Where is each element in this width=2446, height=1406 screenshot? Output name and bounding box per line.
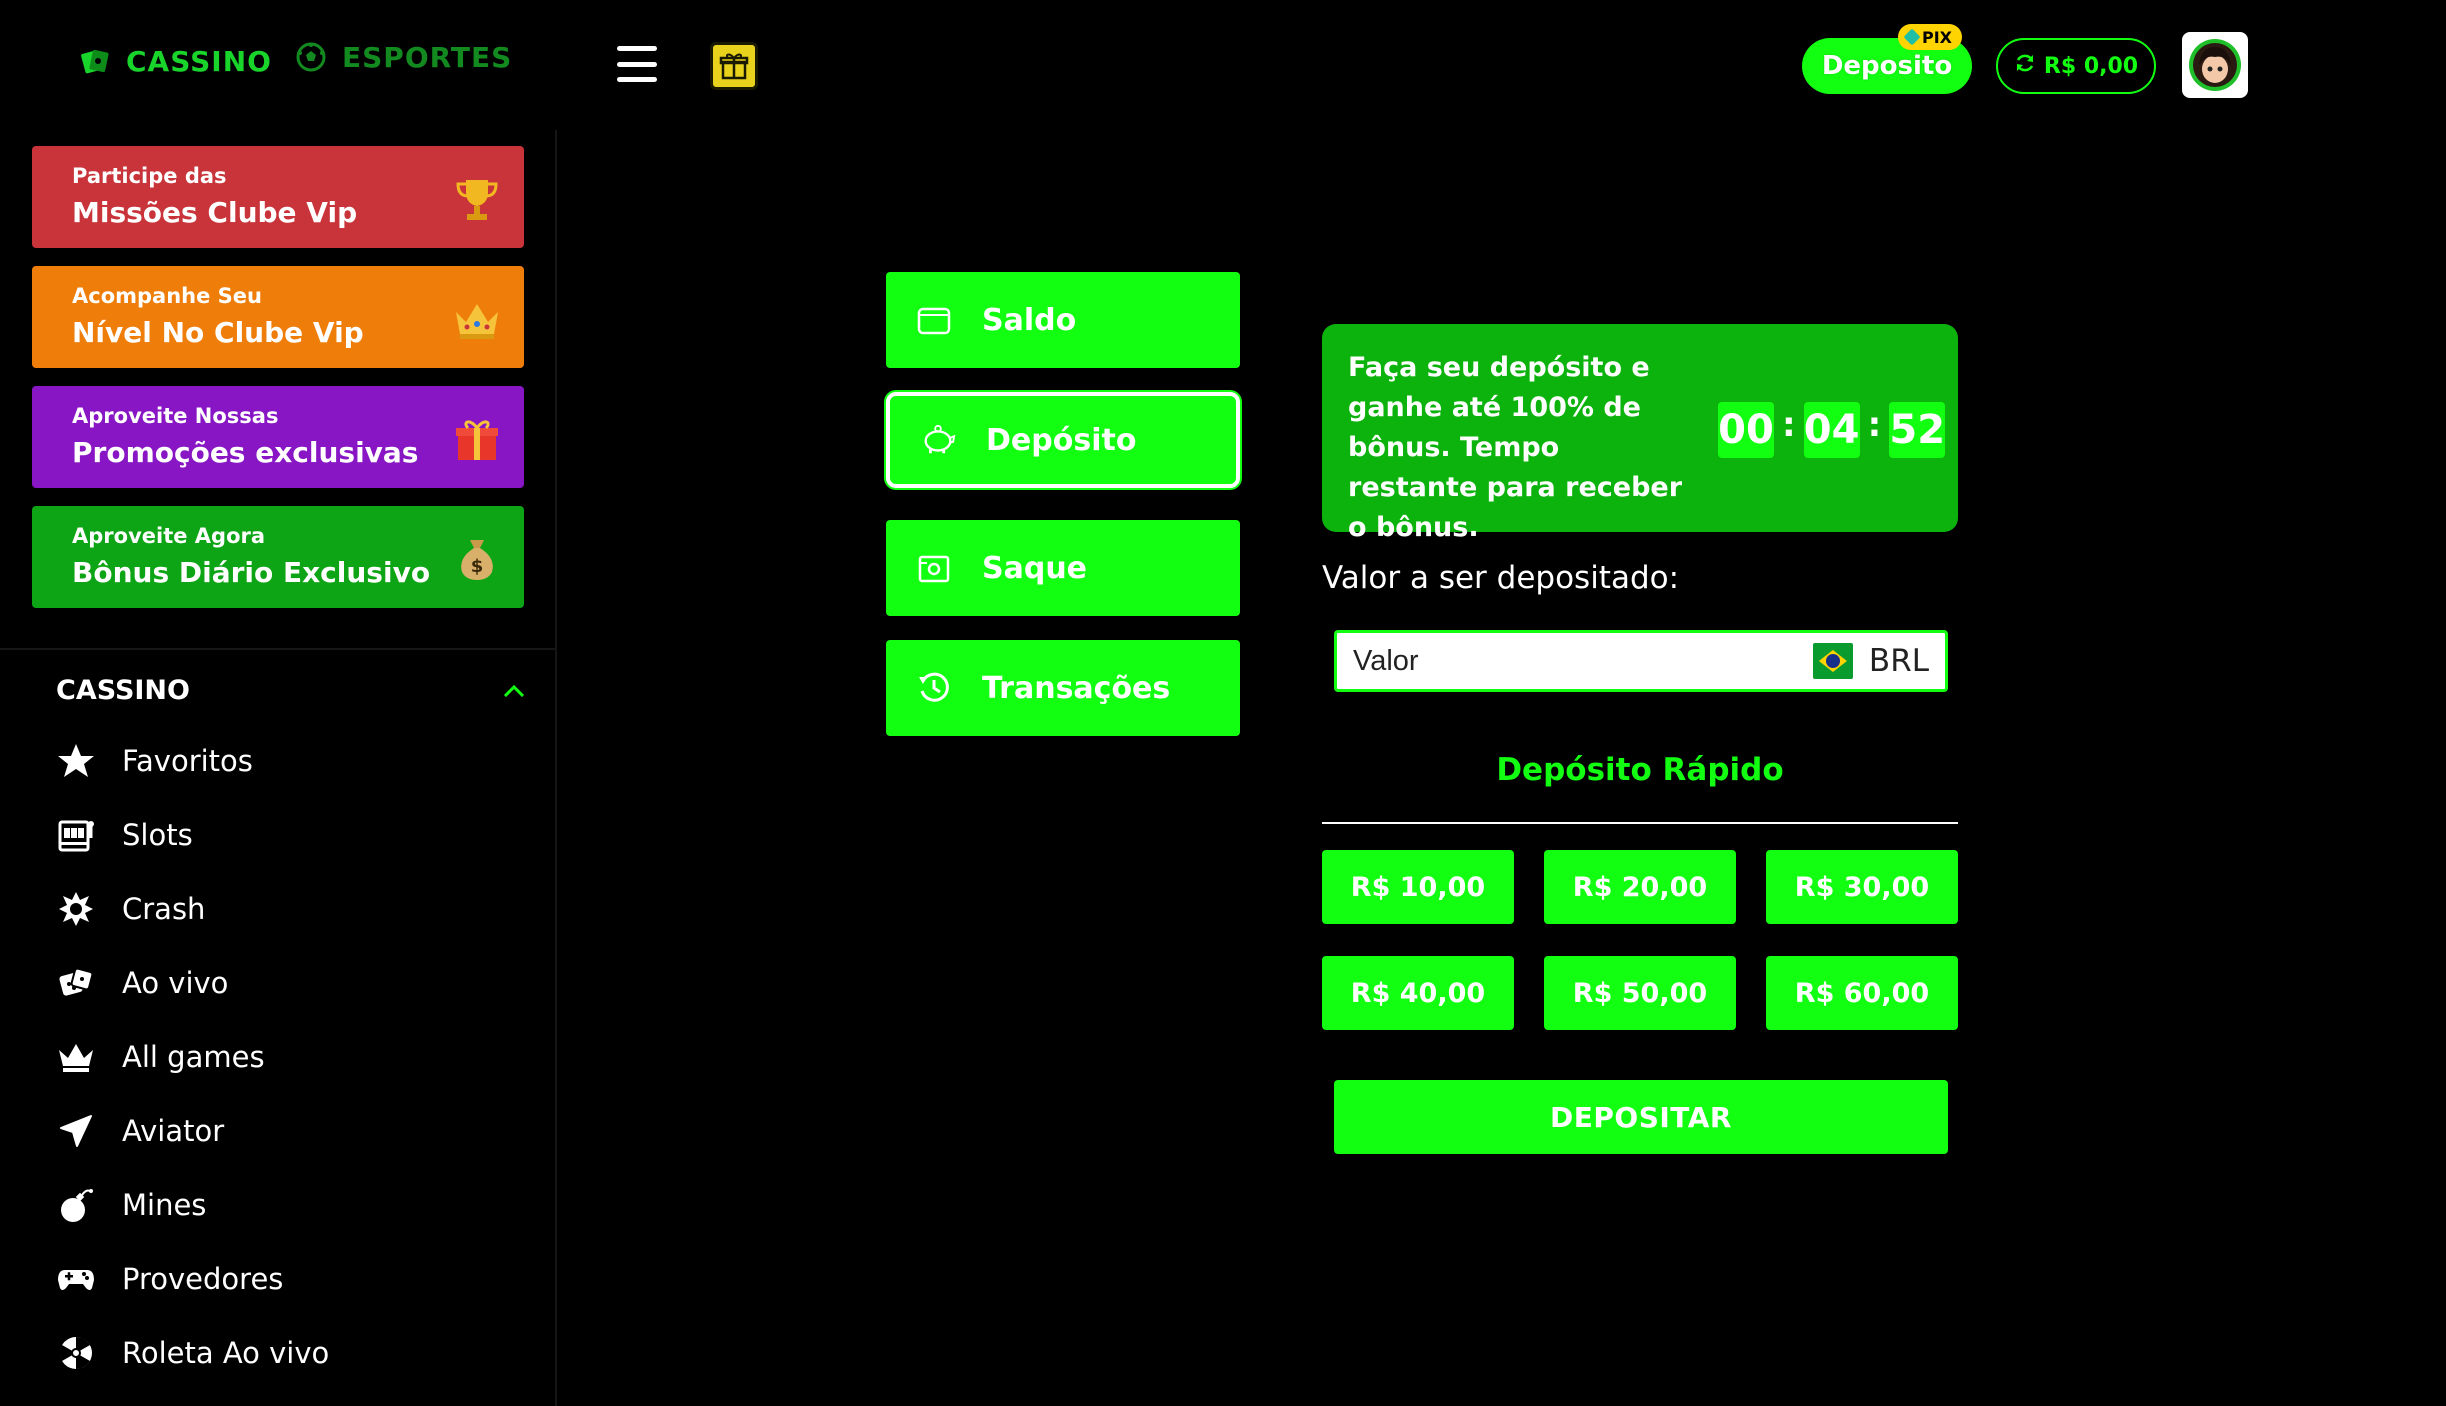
sidebar-item-label: Crash	[122, 892, 206, 926]
sidebar-item-label: Ao vivo	[122, 966, 229, 1000]
wallet-tab-deposito[interactable]: Depósito	[886, 392, 1240, 488]
quick-amount-button[interactable]: R$ 30,00	[1766, 850, 1958, 924]
quick-amount-button[interactable]: R$ 50,00	[1544, 956, 1736, 1030]
currency-code: BRL	[1868, 643, 1929, 679]
dice-icon	[56, 963, 96, 1003]
currency-display: BRL	[1812, 643, 1929, 679]
bonus-timer-card: Faça seu depósito e ganhe até 100% de bô…	[1322, 324, 1958, 543]
amount-field-wrapper: BRL	[1334, 630, 1948, 692]
cash-icon	[916, 550, 952, 586]
quick-amount-button[interactable]: R$ 60,00	[1766, 956, 1958, 1030]
wallet-tab-label: Transações	[982, 670, 1171, 706]
gift-box-icon	[450, 412, 504, 466]
timer-seconds: 52	[1889, 402, 1946, 458]
wallet-tab-transacoes[interactable]: Transações	[886, 640, 1240, 736]
quick-amount-button[interactable]: R$ 10,00	[1322, 850, 1514, 924]
crown-icon	[56, 1037, 96, 1077]
soccer-ball-icon	[294, 40, 328, 74]
pix-badge-label: PIX	[1922, 27, 1953, 47]
top-header: CASSINO ESPORTES Deposito PIX R$ 0,00	[0, 0, 2446, 130]
sidebar-item-all-games[interactable]: All games	[56, 1032, 265, 1082]
cassino-section-toggle[interactable]: CASSINO	[56, 670, 526, 710]
sidebar-divider	[0, 648, 557, 650]
quick-amount-button[interactable]: R$ 40,00	[1322, 956, 1514, 1030]
sidebar-item-favoritos[interactable]: Favoritos	[56, 736, 253, 786]
sidebar-item-provedores[interactable]: Provedores	[56, 1254, 283, 1304]
balance-refresh-button[interactable]: R$ 0,00	[1996, 38, 2156, 94]
bonus-message: Faça seu depósito e ganhe até 100% de bô…	[1348, 352, 1683, 543]
promo-exclusive-banner[interactable]: Aproveite Nossas Promoções exclusivas	[32, 386, 524, 488]
gift-icon[interactable]	[710, 42, 758, 90]
sidebar-item-label: All games	[122, 1040, 265, 1074]
timer-separator: :	[1867, 405, 1882, 445]
wallet-icon	[916, 302, 952, 338]
esportes-tab[interactable]: ESPORTES	[294, 40, 512, 74]
timer-minutes: 04	[1803, 402, 1860, 458]
cassino-tab[interactable]: CASSINO	[78, 44, 272, 78]
sidebar: Participe das Missões Clube Vip Acompanh…	[0, 130, 557, 1406]
svg-text:$: $	[471, 556, 484, 577]
crown-icon	[450, 292, 504, 346]
sidebar-item-label: Slots	[122, 818, 193, 852]
bonus-countdown: 00 : 04 : 52	[1718, 402, 1946, 458]
refresh-icon	[2014, 52, 2036, 80]
sidebar-item-roleta[interactable]: Roleta Ao vivo	[56, 1328, 329, 1378]
amount-label: Valor a ser depositado:	[1322, 560, 1680, 596]
cards-icon	[78, 44, 112, 78]
timer-hours: 00	[1718, 402, 1774, 458]
sidebar-item-label: Favoritos	[122, 744, 253, 778]
pix-icon	[1903, 28, 1921, 46]
piggy-bank-icon	[920, 422, 956, 458]
wallet-tab-label: Depósito	[986, 422, 1137, 458]
wallet-tab-saque[interactable]: Saque	[886, 520, 1240, 616]
sidebar-item-aviator[interactable]: Aviator	[56, 1106, 224, 1156]
quick-deposit-title: Depósito Rápido	[1496, 752, 1784, 788]
timer-separator: :	[1782, 405, 1796, 445]
wallet-tab-label: Saque	[982, 550, 1088, 586]
sidebar-item-crash[interactable]: Crash	[56, 884, 205, 934]
bomb-icon	[56, 1185, 96, 1225]
sidebar-item-label: Roleta Ao vivo	[122, 1336, 330, 1370]
quick-amount-button[interactable]: R$ 20,00	[1544, 850, 1736, 924]
gamepad-icon	[56, 1259, 96, 1299]
sidebar-item-mines[interactable]: Mines	[56, 1180, 206, 1230]
promo-vip-level-banner[interactable]: Acompanhe Seu Nível No Clube Vip	[32, 266, 524, 368]
sidebar-item-label: Mines	[122, 1188, 207, 1222]
balance-value: R$ 0,00	[2043, 53, 2139, 79]
quick-deposit-divider	[1322, 822, 1958, 824]
roulette-icon	[56, 1333, 96, 1373]
trophy-icon	[450, 172, 504, 226]
wallet-tab-saldo[interactable]: Saldo	[886, 272, 1240, 368]
brazil-flag-icon	[1812, 643, 1853, 679]
sidebar-item-ao-vivo[interactable]: Ao vivo	[56, 958, 228, 1008]
sidebar-item-slots[interactable]: Slots	[56, 810, 193, 860]
star-icon	[56, 741, 96, 781]
sidebar-item-label: Provedores	[122, 1262, 284, 1296]
money-bag-icon: $	[450, 532, 504, 586]
menu-icon[interactable]	[617, 46, 657, 82]
promo-missions-banner[interactable]: Participe das Missões Clube Vip	[32, 146, 524, 248]
cassino-section-title: CASSINO	[56, 674, 190, 706]
amount-input[interactable]	[1353, 644, 1813, 678]
airplane-icon	[56, 1111, 96, 1151]
pix-badge: PIX	[1898, 24, 1963, 50]
wallet-tab-label: Saldo	[982, 302, 1077, 338]
slot-machine-icon	[56, 815, 96, 855]
submit-deposit-button[interactable]: DEPOSITAR	[1334, 1080, 1948, 1154]
esportes-tab-label: ESPORTES	[342, 40, 513, 74]
avatar[interactable]	[2182, 32, 2248, 98]
crash-icon	[56, 889, 96, 929]
chevron-up-icon	[502, 675, 526, 706]
history-icon	[916, 670, 952, 706]
sidebar-item-label: Aviator	[122, 1114, 225, 1148]
promo-daily-bonus-banner[interactable]: Aproveite Agora Bônus Diário Exclusivo $	[32, 506, 524, 608]
cassino-tab-label: CASSINO	[126, 44, 272, 78]
